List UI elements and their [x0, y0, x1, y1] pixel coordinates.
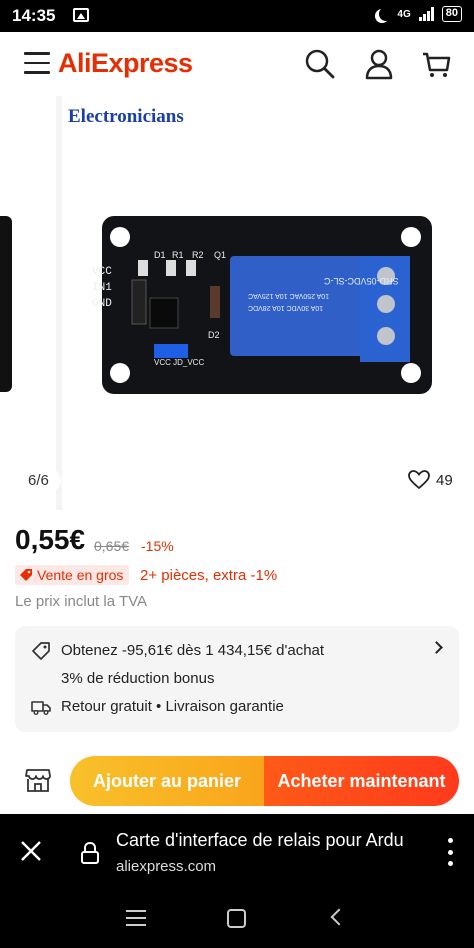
- search-icon[interactable]: [304, 48, 336, 80]
- bulk-sale-label: Vente en gros: [37, 567, 124, 583]
- return-shipping-text: Retour gratuit • Livraison garantie: [61, 698, 284, 715]
- bulk-offer-text: 2+ pièces, extra -1%: [140, 567, 278, 584]
- close-icon[interactable]: [20, 840, 42, 862]
- menu-icon[interactable]: [24, 52, 50, 74]
- home-icon[interactable]: [227, 909, 246, 928]
- add-to-cart-button[interactable]: Ajouter au panier: [70, 756, 264, 806]
- vat-note: Le prix inclut la TVA: [15, 593, 148, 610]
- pin-label-in1: IN1: [92, 282, 112, 294]
- coupon-icon: [32, 642, 50, 660]
- account-icon[interactable]: [363, 48, 395, 80]
- buy-now-button[interactable]: Acheter maintenant: [264, 756, 459, 806]
- image-notification-icon: [73, 8, 89, 22]
- status-time: 14:35: [12, 6, 56, 25]
- jumper-label: VCC JD_VCC: [154, 358, 205, 367]
- store-icon[interactable]: [24, 766, 52, 794]
- product-details: 0,55€ 0,65€ -15% Vente en gros 2+ pièces…: [0, 510, 474, 814]
- likes-count: 49: [436, 471, 453, 489]
- wishlist-button[interactable]: 49: [398, 466, 463, 494]
- chevron-right-icon[interactable]: [430, 641, 443, 654]
- component-label-d2: D2: [208, 330, 220, 340]
- page-url: aliexpress.com: [116, 858, 217, 875]
- current-price: 0,55€: [15, 524, 86, 555]
- tag-icon: [20, 569, 32, 581]
- cart-icon[interactable]: [420, 48, 452, 80]
- original-price: 0,65€: [94, 538, 130, 554]
- bonus-offer: 3% de réduction bonus: [61, 670, 215, 687]
- app-header: AliExpress: [0, 32, 474, 96]
- heart-icon: [408, 470, 430, 490]
- discount-percent: -15%: [141, 538, 174, 554]
- status-indicators: 4G 80: [375, 6, 462, 22]
- relay-model: SRD-05VDC-SL-C: [324, 276, 399, 286]
- product-image[interactable]: Electronicians VCC IN1 GND D1 R1 R2 Q1 D…: [62, 96, 474, 510]
- coupon-offer: Obtenez -95,61€ dès 1 434,15€ d'achat: [61, 642, 325, 659]
- purchase-actions: Ajouter au panier Acheter maintenant: [0, 756, 474, 810]
- status-bar: 14:35 4G 80: [0, 0, 474, 32]
- offers-card[interactable]: Obtenez -95,61€ dès 1 434,15€ d'achat 3%…: [15, 626, 459, 732]
- battery-level: 80: [441, 6, 462, 22]
- relay-spec-1: 10A 250VAC 10A 125VAC: [248, 292, 330, 299]
- component-label-q1: Q1: [214, 250, 227, 260]
- aliexpress-logo[interactable]: AliExpress: [58, 48, 193, 79]
- truck-icon: [31, 701, 51, 715]
- browser-tab-bar: Carte d'interface de relais pour Ardu al…: [0, 814, 474, 890]
- lock-icon: [81, 842, 99, 864]
- network-type: 4G: [397, 8, 411, 20]
- component-label-r1: R1: [172, 250, 184, 260]
- pin-label-vcc: VCC: [92, 266, 112, 278]
- recent-apps-icon[interactable]: [126, 910, 146, 926]
- relay-spec-2: 10A 30VDC 10A 28VDC: [248, 304, 324, 311]
- brand-watermark: Electronicians: [68, 106, 184, 127]
- back-icon[interactable]: [330, 908, 348, 926]
- page-title: Carte d'interface de relais pour Ardu: [116, 830, 404, 850]
- component-label-d1: D1: [154, 250, 166, 260]
- more-options-icon[interactable]: [448, 838, 454, 866]
- do-not-disturb-icon: [379, 7, 393, 21]
- product-gallery[interactable]: Electronicians VCC IN1 GND D1 R1 R2 Q1 D…: [0, 96, 474, 510]
- pin-label-gnd: GND: [92, 298, 112, 310]
- previous-slide[interactable]: [0, 96, 56, 510]
- image-counter: 6/6: [16, 468, 61, 493]
- system-nav-bar: [0, 890, 474, 948]
- component-label-r2: R2: [192, 250, 204, 260]
- bulk-sale-badge: Vente en gros: [15, 565, 130, 585]
- signal-icon: [418, 7, 434, 21]
